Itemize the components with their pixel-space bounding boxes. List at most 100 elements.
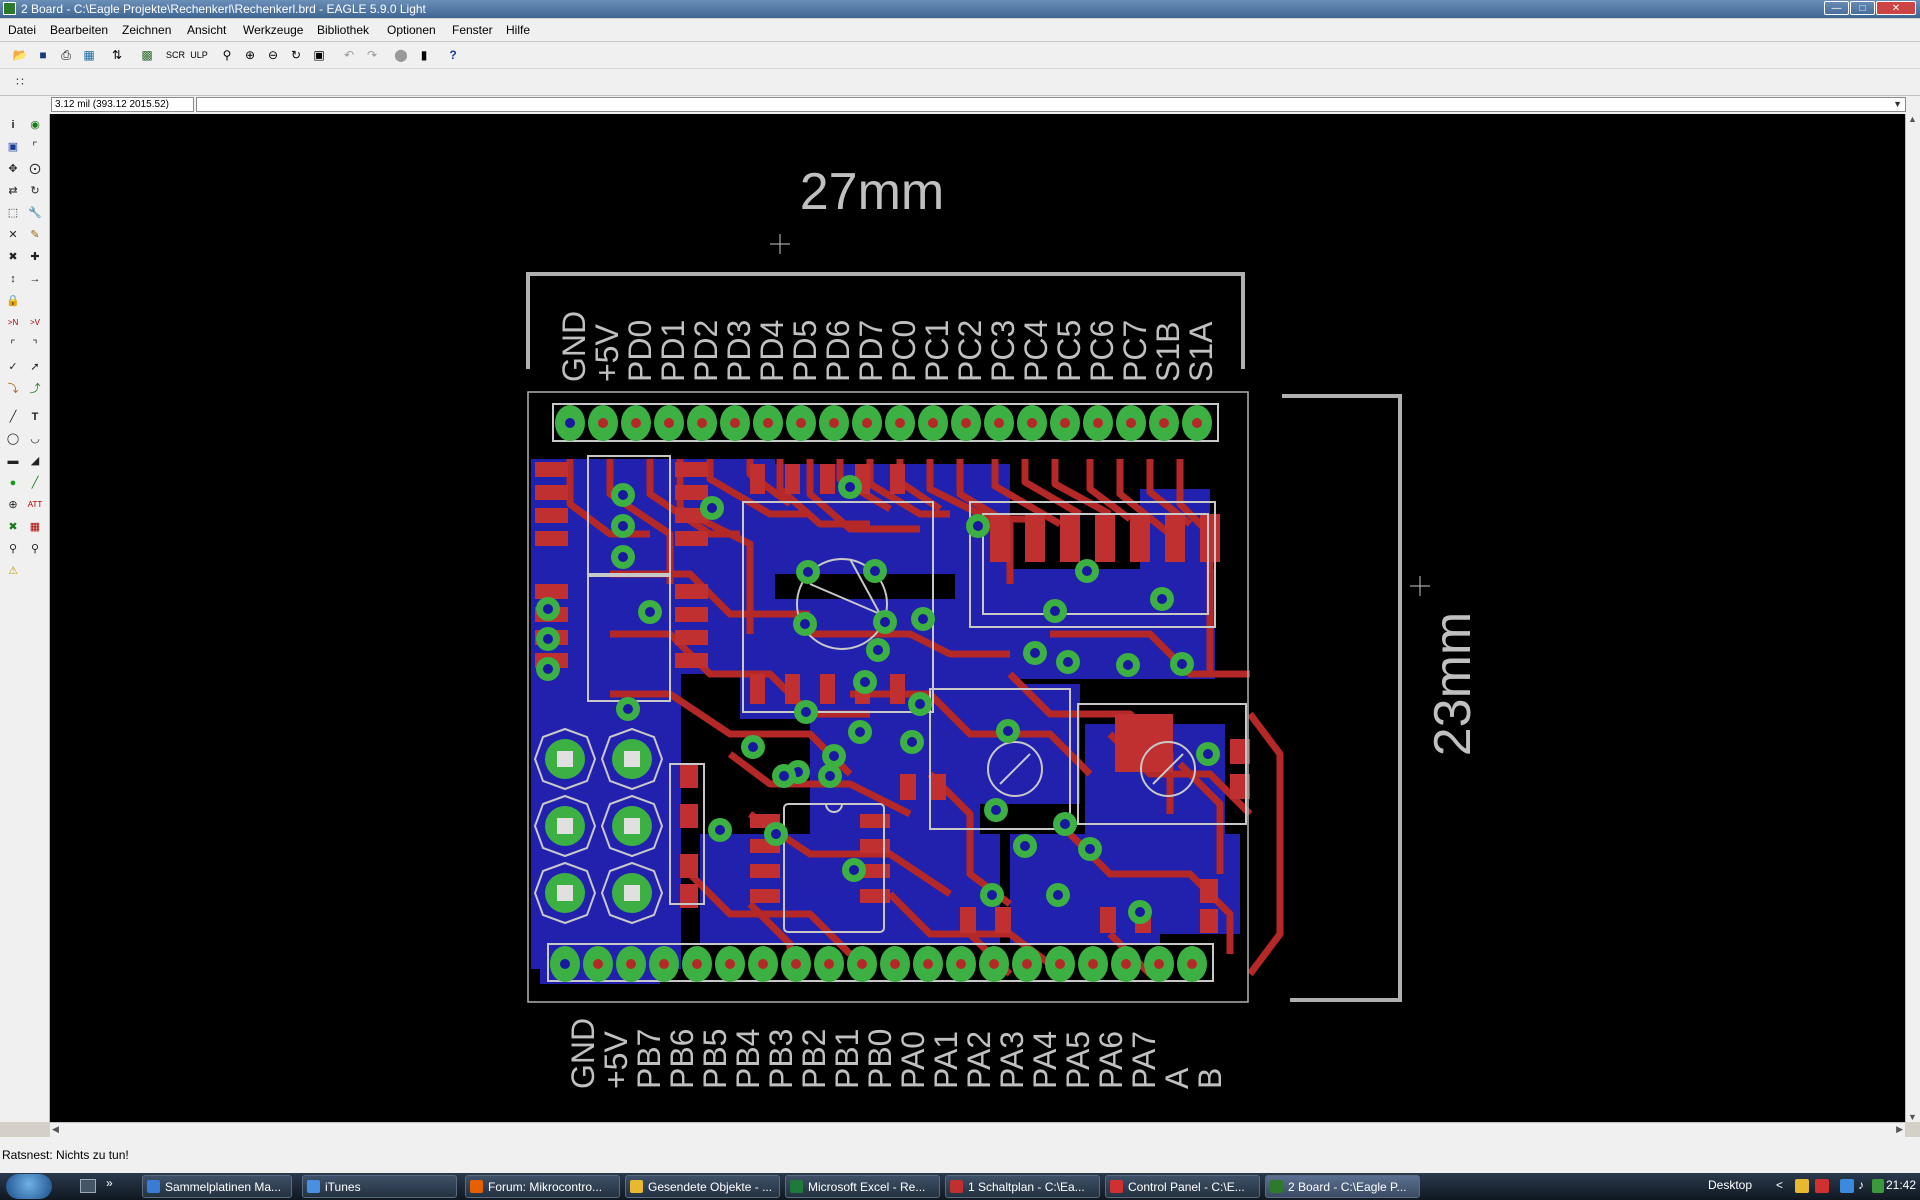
command-input[interactable]: ▼ [196, 97, 1906, 112]
route-icon[interactable]: ➚ [26, 358, 44, 376]
desktop-toolbar-label[interactable]: Desktop [1708, 1178, 1752, 1192]
clock[interactable]: 21:42 [1886, 1178, 1916, 1192]
start-button[interactable] [6, 1174, 52, 1199]
scroll-down-icon[interactable]: ▼ [1908, 1112, 1917, 1122]
auto-icon[interactable]: ╱ [26, 474, 44, 492]
wire-icon[interactable]: ╱ [4, 408, 22, 426]
zoom-redraw-icon[interactable]: ↻ [287, 46, 305, 64]
script-icon[interactable]: SCR [166, 46, 185, 64]
zoom-select-icon[interactable]: ▣ [310, 46, 328, 64]
maximize-button[interactable]: □ [1850, 1, 1875, 15]
show-icon[interactable]: ◉ [26, 116, 44, 134]
group-icon[interactable]: ⬚ [4, 204, 22, 222]
taskbar-item-active[interactable]: 2 Board - C:\Eagle P... [1265, 1175, 1420, 1198]
arc-icon[interactable]: ◡ [26, 430, 44, 448]
paste-icon[interactable]: ✎ [26, 226, 44, 244]
menu-fenster[interactable]: Fenster [452, 23, 493, 37]
scroll-left-icon[interactable]: ◀ [52, 1124, 59, 1135]
delete-icon[interactable]: ✖ [4, 248, 22, 266]
errors-icon[interactable]: ⚠ [4, 562, 22, 580]
attribute-icon[interactable]: ATT [26, 496, 44, 514]
zoom-out-icon[interactable]: ⊖ [264, 46, 282, 64]
taskbar-item[interactable]: iTunes [302, 1175, 457, 1198]
optimize-icon[interactable]: ✓ [4, 358, 22, 376]
redo-icon[interactable]: ↷ [363, 46, 381, 64]
header-pin-label: PA5 [1060, 1031, 1096, 1089]
miter-icon[interactable]: ⌜ [4, 336, 22, 354]
horizontal-scrollbar[interactable]: ◀ ▶ [50, 1122, 1905, 1138]
zoom-fit-icon[interactable]: ⚲ [218, 46, 236, 64]
menu-ansicht[interactable]: Ansicht [187, 23, 226, 37]
network-icon[interactable] [1840, 1179, 1854, 1193]
ratsnest-icon[interactable]: ✖ [4, 518, 22, 536]
menu-hilfe[interactable]: Hilfe [506, 23, 530, 37]
smash-icon[interactable]: >N [4, 314, 22, 332]
stop-icon[interactable]: ⬤ [392, 46, 410, 64]
display-icon[interactable]: ▣ [4, 138, 22, 156]
circle-icon[interactable]: ◯ [4, 430, 22, 448]
menu-werkzeuge[interactable]: Werkzeuge [243, 23, 303, 37]
menu-zeichnen[interactable]: Zeichnen [122, 23, 171, 37]
volume-icon[interactable]: ♪ [1858, 1178, 1864, 1192]
text-icon[interactable]: T [26, 408, 44, 426]
drc-icon[interactable]: ⚲ [26, 540, 44, 558]
open-icon[interactable]: 📂 [11, 46, 29, 64]
tray-expand-icon[interactable]: < [1776, 1178, 1783, 1192]
menu-datei[interactable]: Datei [8, 23, 36, 37]
ulp-icon[interactable]: ULP [190, 46, 208, 64]
polygon-icon[interactable]: ◢ [26, 452, 44, 470]
board-canvas[interactable]: 27mm 23mm GND +5V PD0 PD1 PD2 PD3 PD4 PD5 PD6 PD7… [50, 114, 1905, 1122]
split-wire-icon[interactable]: ⌝ [26, 336, 44, 354]
split-icon[interactable]: ✕ [4, 226, 22, 244]
quicklaunch-more-icon[interactable]: » [106, 1176, 113, 1190]
help-icon[interactable]: ? [444, 46, 462, 64]
taskbar-item[interactable]: Gesendete Objekte - ... [625, 1175, 780, 1198]
hole-icon[interactable]: ⊕ [4, 496, 22, 514]
autorouter-icon[interactable]: ▦ [26, 518, 44, 536]
via-icon[interactable]: ● [4, 474, 22, 492]
info-icon[interactable]: i [4, 116, 22, 134]
save-icon[interactable]: ■ [34, 46, 52, 64]
signal-icon[interactable]: ⤴ [26, 380, 44, 398]
move-icon[interactable]: ✥ [4, 160, 22, 178]
taskbar-item[interactable]: Forum: Mikrocontro... [465, 1175, 620, 1198]
vertical-scrollbar[interactable]: ▲ ▼ [1905, 114, 1920, 1122]
library-icon[interactable]: ▩ [138, 46, 156, 64]
name-icon[interactable]: ↕ [4, 270, 22, 288]
tray-app-icon[interactable] [1795, 1179, 1809, 1193]
show-desktop-icon[interactable] [80, 1179, 96, 1193]
taskbar-item[interactable]: Microsoft Excel - Re... [785, 1175, 940, 1198]
minimize-button[interactable]: — [1824, 1, 1849, 15]
change-icon[interactable]: 🔧 [26, 204, 44, 222]
tray-antivirus-icon[interactable] [1815, 1179, 1829, 1193]
ripup-icon[interactable]: ⤵ [4, 380, 22, 398]
go-icon[interactable]: ▮ [415, 46, 433, 64]
zoom-in-icon[interactable]: ⊕ [241, 46, 259, 64]
cam-icon[interactable]: ▦ [80, 46, 98, 64]
value-icon[interactable]: → [26, 270, 44, 288]
taskbar-item[interactable]: Control Panel - C:\E... [1105, 1175, 1260, 1198]
erc-icon[interactable]: ⚲ [4, 540, 22, 558]
scroll-up-icon[interactable]: ▲ [1908, 114, 1917, 124]
mark-icon[interactable]: ⌜ [26, 138, 44, 156]
menu-bibliothek[interactable]: Bibliothek [317, 23, 369, 37]
scroll-right-icon[interactable]: ▶ [1896, 1124, 1903, 1135]
menu-optionen[interactable]: Optionen [387, 23, 436, 37]
add-icon[interactable]: ✚ [26, 248, 44, 266]
mirror-icon[interactable]: ⇄ [4, 182, 22, 200]
rect-icon[interactable]: ▬ [4, 452, 22, 470]
print-icon[interactable]: ⎙ [57, 46, 75, 64]
taskbar-item[interactable]: 1 Schaltplan - C:\Ea... [945, 1175, 1100, 1198]
chevron-down-icon[interactable]: ▼ [1893, 99, 1902, 109]
rotate-icon[interactable]: ↻ [26, 182, 44, 200]
taskbar-item[interactable]: Sammelplatinen Ma... [142, 1175, 292, 1198]
tray-misc-icon[interactable] [1872, 1179, 1884, 1193]
lock-icon[interactable]: 🔒 [4, 292, 22, 310]
close-button[interactable]: ✕ [1876, 1, 1916, 15]
copy-icon[interactable]: ⨀ [26, 160, 44, 178]
grid-icon[interactable]: ∷ [11, 73, 29, 91]
replace-icon[interactable]: >V [26, 314, 44, 332]
menu-bearbeiten[interactable]: Bearbeiten [50, 23, 108, 37]
undo-icon[interactable]: ↶ [340, 46, 358, 64]
board-switch-icon[interactable]: ⇅ [108, 46, 126, 64]
